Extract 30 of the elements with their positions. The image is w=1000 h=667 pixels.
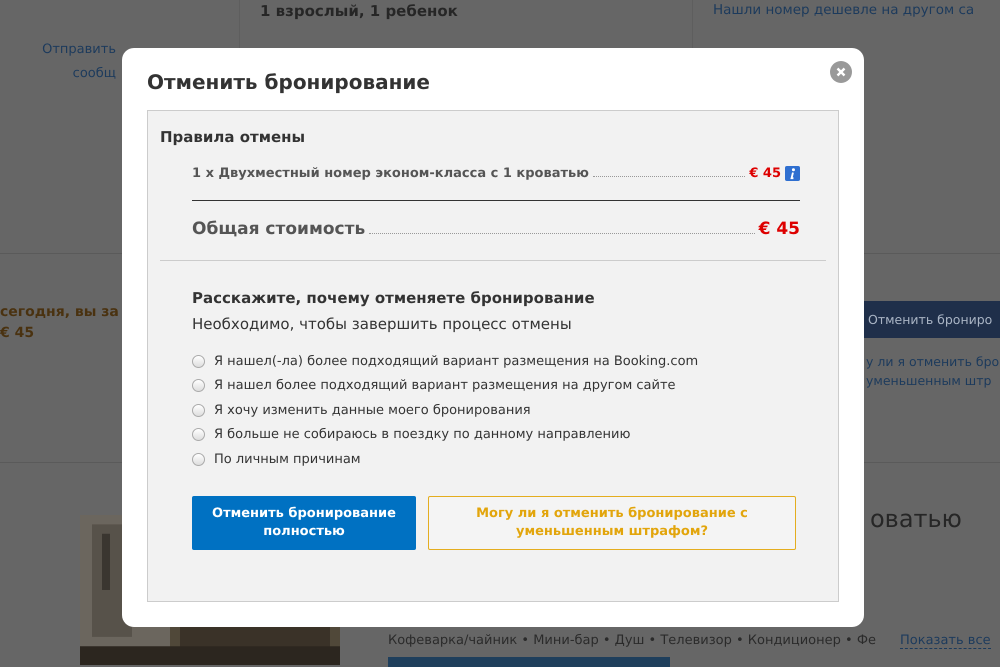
- amenities-text: Кофеварка/чайник • Мини-бар • Душ • Телевизор • Кондиционер • Фе: [388, 633, 878, 649]
- close-icon[interactable]: [830, 61, 852, 83]
- cheaper-room-link[interactable]: Нашли номер дешевле на другом са: [713, 2, 1000, 18]
- room-title: оватью: [870, 505, 963, 533]
- info-icon[interactable]: [785, 166, 800, 181]
- reason-label: Я хочу изменить данные моего бронирования: [214, 402, 531, 418]
- reason-label: По личным причинам: [214, 452, 361, 467]
- room-name: 1 x Двухместный номер эконом-класса с 1 кроватью: [192, 166, 589, 181]
- show-all-link[interactable]: Показать все: [900, 633, 991, 649]
- rules-title: Правила отмены: [160, 128, 306, 146]
- email-link[interactable]: Отправить сообщ: [0, 38, 116, 86]
- guests-text: 1 взрослый, 1 ребенок: [260, 2, 459, 20]
- cancellation-notice: сегодня, вы за € 45: [0, 302, 119, 343]
- radio-button[interactable]: [192, 428, 205, 442]
- total-label: Общая стоимость: [192, 219, 366, 239]
- cancel-fully-button[interactable]: Отменить бронирование полностью: [192, 496, 416, 550]
- total-price: € 45: [758, 219, 800, 239]
- reason-label: Я нашел более подходящий вариант размещения на другом сайте: [214, 378, 676, 394]
- radio-button[interactable]: [192, 354, 205, 368]
- radio-button[interactable]: [192, 452, 205, 466]
- reduced-fee-link[interactable]: у ли я отменить бро уменьшенным штр: [866, 352, 1000, 390]
- reason-label: Я больше не собираюсь в поездку по данному направлению: [214, 427, 630, 442]
- room-price: € 45: [749, 166, 781, 181]
- reduced-fee-button[interactable]: Могу ли я отменить бронирование с уменьшенным штрафом?: [428, 496, 796, 550]
- radio-button[interactable]: [192, 379, 205, 392]
- dialog-title: Отменить бронирование: [147, 70, 430, 94]
- reason-question: Расскажите, почему отменяете бронирование: [192, 289, 596, 307]
- reason-label: Я нашел(-ла) более подходящий вариант размещения на Booking.com: [214, 354, 698, 369]
- radio-button[interactable]: [192, 404, 205, 417]
- reason-hint: Необходимо, чтобы завершить процесс отмены: [192, 315, 573, 333]
